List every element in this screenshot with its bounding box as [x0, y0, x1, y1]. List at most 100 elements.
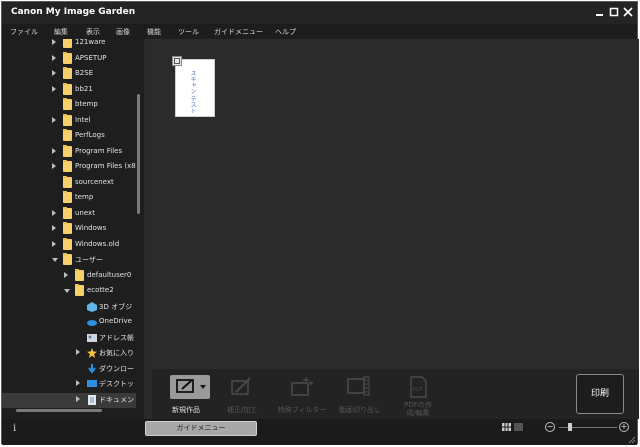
tree-item[interactable]: B2SE — [2, 67, 136, 82]
tree-item-label: デスクトッ — [99, 380, 134, 388]
favorites-star-icon — [87, 348, 97, 358]
expand-arrow-icon[interactable] — [76, 349, 80, 355]
tree-item[interactable]: Program Files — [2, 144, 136, 160]
panel-splitter[interactable] — [144, 39, 152, 419]
expand-arrow-icon[interactable] — [52, 54, 56, 61]
thumbnail-badge-icon — [172, 56, 182, 66]
zoom-slider-handle[interactable] — [568, 423, 572, 431]
image-thumbnail[interactable]: スキャン テスト — [172, 56, 215, 117]
tree-item[interactable]: Program Files (x8 — [2, 160, 136, 175]
pdf-label: PDFの作成/編集 — [404, 401, 432, 417]
folder-icon — [63, 39, 72, 48]
print-button[interactable]: 印刷 — [576, 374, 624, 414]
tree-item[interactable]: unext — [2, 206, 136, 222]
resize-grip-icon[interactable] — [628, 436, 636, 444]
zoom-in-icon[interactable]: + — [619, 422, 629, 432]
expand-arrow-icon[interactable] — [64, 271, 68, 278]
expand-arrow-icon[interactable] — [52, 39, 56, 45]
tree-item-label: PerfLogs — [75, 131, 105, 139]
tree-item[interactable]: Windows — [2, 222, 136, 237]
contacts-icon — [87, 333, 97, 343]
tree-item[interactable]: defaultuser0 — [2, 268, 136, 284]
tree-item[interactable]: ユーザー — [2, 253, 136, 268]
collapse-arrow-icon[interactable] — [52, 258, 58, 262]
expand-arrow-icon[interactable] — [76, 380, 80, 386]
folder-icon — [63, 67, 72, 79]
menu-function[interactable]: 機能 — [147, 27, 161, 37]
menu-edit[interactable]: 編集 — [54, 27, 68, 37]
tree-item[interactable]: デスクトッ — [2, 377, 136, 392]
tree-item[interactable]: ドキュメン — [2, 392, 136, 408]
desktop-icon — [87, 379, 97, 389]
single-view-icon[interactable] — [514, 423, 523, 431]
tree-item-label: APSETUP — [75, 53, 107, 62]
folder-icon — [63, 206, 72, 219]
expand-arrow-icon[interactable] — [52, 209, 56, 216]
folder-icon — [63, 175, 72, 188]
menu-tools[interactable]: ツール — [178, 27, 199, 37]
tree-item[interactable]: OneDrive — [2, 315, 136, 330]
folder-icon — [63, 51, 72, 64]
menu-view[interactable]: 表示 — [86, 27, 100, 37]
special-filter-icon — [286, 375, 318, 399]
correct-edit-button[interactable]: 補正/加工 — [214, 373, 270, 417]
video-frame-button[interactable]: 動画切り出し — [332, 373, 388, 417]
collapse-arrow-icon[interactable] — [64, 289, 70, 293]
expand-arrow-icon[interactable] — [52, 116, 56, 123]
menu-image[interactable]: 画像 — [116, 27, 130, 37]
expand-arrow-icon[interactable] — [52, 225, 56, 231]
tree-item[interactable]: btemp — [2, 98, 136, 113]
tree-item-label: B2SE — [75, 69, 94, 77]
tree-item[interactable]: APSETUP — [2, 51, 136, 67]
pdf-button[interactable]: PDF PDFの作成/編集 — [390, 373, 446, 417]
tree-item[interactable]: アドレス帳 — [2, 331, 136, 346]
tree-item[interactable]: お気に入り — [2, 346, 136, 361]
expand-arrow-icon[interactable] — [52, 147, 56, 154]
tree-item[interactable]: Intel — [2, 113, 136, 129]
tree-horizontal-scroll-thumb[interactable] — [16, 409, 102, 412]
folder-icon — [75, 284, 84, 296]
tree-item-label: お気に入り — [99, 349, 134, 357]
tree-item-label: OneDrive — [99, 317, 132, 325]
expand-arrow-icon[interactable] — [52, 70, 56, 76]
expand-arrow-icon[interactable] — [52, 163, 56, 169]
tree-item-label: ダウンロー — [99, 364, 134, 373]
folder-icon — [63, 237, 72, 250]
app-window: Canon My Image Garden ファイル 編集 表示 画像 機能 ツ… — [1, 1, 639, 445]
menu-help[interactable]: ヘルプ — [275, 27, 296, 37]
tree-item-label: 121ware — [75, 39, 106, 46]
expand-arrow-icon[interactable] — [76, 395, 80, 402]
minimize-icon[interactable] — [594, 6, 606, 18]
tree-item[interactable]: PerfLogs — [2, 129, 136, 144]
maximize-icon[interactable] — [608, 6, 620, 18]
tree-item[interactable]: Windows.old — [2, 237, 136, 253]
zoom-out-icon[interactable]: − — [545, 422, 555, 432]
canvas-scrollbar[interactable] — [632, 39, 639, 369]
tree-item-label: temp — [75, 193, 94, 201]
tree-item[interactable]: sourcenext — [2, 175, 136, 191]
folder-tree-panel: 121ware APSETUP B2SE bb21 btemp Intel PerfLogs… — [2, 39, 144, 419]
info-icon[interactable]: i — [13, 423, 16, 434]
tree-item[interactable]: 121ware — [2, 39, 136, 51]
tree-item[interactable]: ecotte2 — [2, 284, 136, 299]
svg-text:PDF: PDF — [413, 387, 423, 393]
pdf-icon: PDF — [402, 375, 434, 399]
tree-item[interactable]: 3D オブジ — [2, 300, 136, 315]
tree-item-label: ユーザー — [75, 256, 103, 264]
tree-vertical-scroll-thumb[interactable] — [137, 94, 140, 214]
tree-item-label: 3D オブジ — [99, 302, 133, 311]
close-icon[interactable] — [622, 6, 634, 18]
guide-menu-button[interactable]: ガイドメニュー — [145, 421, 257, 436]
menu-file[interactable]: ファイル — [10, 27, 38, 37]
tree-item[interactable]: ダウンロー — [2, 362, 136, 377]
grid-view-icon[interactable] — [502, 423, 511, 431]
tree-item[interactable]: temp — [2, 191, 136, 206]
expand-arrow-icon[interactable] — [52, 85, 56, 92]
special-filter-button[interactable]: 特殊フィルター — [274, 373, 330, 417]
expand-arrow-icon[interactable] — [52, 240, 56, 247]
menu-guide[interactable]: ガイドメニュー — [214, 27, 263, 37]
folder-icon — [63, 113, 72, 126]
new-item-button[interactable]: 新規作品 — [158, 373, 214, 417]
video-frame-label: 動画切り出し — [339, 406, 381, 414]
tree-item[interactable]: bb21 — [2, 82, 136, 98]
